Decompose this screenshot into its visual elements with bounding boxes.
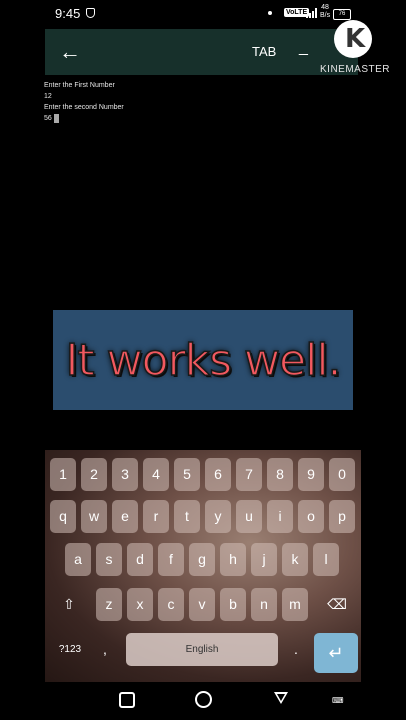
key-h[interactable]: h (220, 543, 246, 576)
key-l[interactable]: l (313, 543, 339, 576)
battery-icon: 76 (333, 9, 351, 20)
navigation-bar: ⌨ (0, 686, 406, 720)
key-m[interactable]: m (282, 588, 308, 621)
home-circle-icon[interactable] (195, 691, 212, 708)
arrow-left-icon[interactable]: ← (59, 39, 81, 65)
notification-dot-icon (268, 11, 272, 15)
app-title: TAB (252, 44, 277, 59)
symbols-key[interactable]: ?123 (50, 633, 90, 666)
key-s[interactable]: s (96, 543, 122, 576)
keyboard-icon[interactable]: ⌨ (332, 696, 344, 705)
terminal-line: Enter the First Number (44, 82, 115, 89)
speed-value: 48 (321, 4, 329, 11)
terminal-line: 12 (44, 93, 52, 100)
key-u[interactable]: u (236, 500, 262, 533)
key-3[interactable]: 3 (112, 458, 138, 491)
key-f[interactable]: f (158, 543, 184, 576)
key-g[interactable]: g (189, 543, 215, 576)
key-k[interactable]: k (282, 543, 308, 576)
key-w[interactable]: w (81, 500, 107, 533)
key-x[interactable]: x (127, 588, 153, 621)
key-4[interactable]: 4 (143, 458, 169, 491)
terminal-output: Enter the First Number 12 Enter the seco… (44, 80, 124, 124)
key-7[interactable]: 7 (236, 458, 262, 491)
enter-icon[interactable]: ↵ (314, 633, 358, 673)
network-speed: 48 B/s (320, 4, 330, 20)
text-cursor (53, 113, 59, 123)
key-p[interactable]: p (329, 500, 355, 533)
status-time: 9:45 (55, 6, 81, 21)
speed-unit: B/s (320, 12, 331, 19)
key-d[interactable]: d (127, 543, 153, 576)
key-i[interactable]: i (267, 500, 293, 533)
key-b[interactable]: b (220, 588, 246, 621)
key-8[interactable]: 8 (267, 458, 293, 491)
key-v[interactable]: v (189, 588, 215, 621)
app-bar: ← TAB _ (45, 29, 358, 75)
key-q[interactable]: q (50, 500, 76, 533)
terminal-line: Enter the second Number (44, 104, 124, 111)
key-2[interactable]: 2 (81, 458, 107, 491)
signal-icon (306, 8, 318, 18)
key-c[interactable]: c (158, 588, 184, 621)
key-n[interactable]: n (251, 588, 277, 621)
kinemaster-watermark: K KINEMASTER (320, 20, 392, 80)
kinemaster-label: KINEMASTER (320, 64, 391, 75)
key-y[interactable]: y (205, 500, 231, 533)
soft-keyboard: 1 2 3 4 5 6 7 8 9 0 q w e r t y u i o p … (45, 450, 361, 682)
terminal-input-line[interactable]: 56 (44, 113, 124, 124)
comma-key[interactable]: , (93, 633, 117, 666)
recents-square-icon[interactable] (119, 692, 135, 708)
space-key[interactable]: English (126, 633, 278, 666)
backspace-icon[interactable]: ⌫ (319, 588, 355, 621)
key-e[interactable]: e (112, 500, 138, 533)
caption-banner: It works well. (53, 310, 353, 410)
shift-icon[interactable]: ⇧ (50, 588, 88, 621)
key-o[interactable]: o (298, 500, 324, 533)
key-0[interactable]: 0 (329, 458, 355, 491)
kinemaster-logo-icon: K (334, 20, 372, 58)
key-j[interactable]: j (251, 543, 277, 576)
key-1[interactable]: 1 (50, 458, 76, 491)
key-z[interactable]: z (96, 588, 122, 621)
period-key[interactable]: . (284, 633, 308, 666)
caption-text: It works well. (65, 334, 343, 387)
key-r[interactable]: r (143, 500, 169, 533)
back-triangle-icon[interactable] (274, 692, 288, 704)
shield-icon (86, 8, 95, 18)
minimize-button[interactable]: _ (299, 39, 308, 57)
key-6[interactable]: 6 (205, 458, 231, 491)
key-a[interactable]: a (65, 543, 91, 576)
kinemaster-letter: K (345, 24, 366, 54)
key-5[interactable]: 5 (174, 458, 200, 491)
key-9[interactable]: 9 (298, 458, 324, 491)
terminal-line: 56 (44, 115, 52, 122)
key-t[interactable]: t (174, 500, 200, 533)
